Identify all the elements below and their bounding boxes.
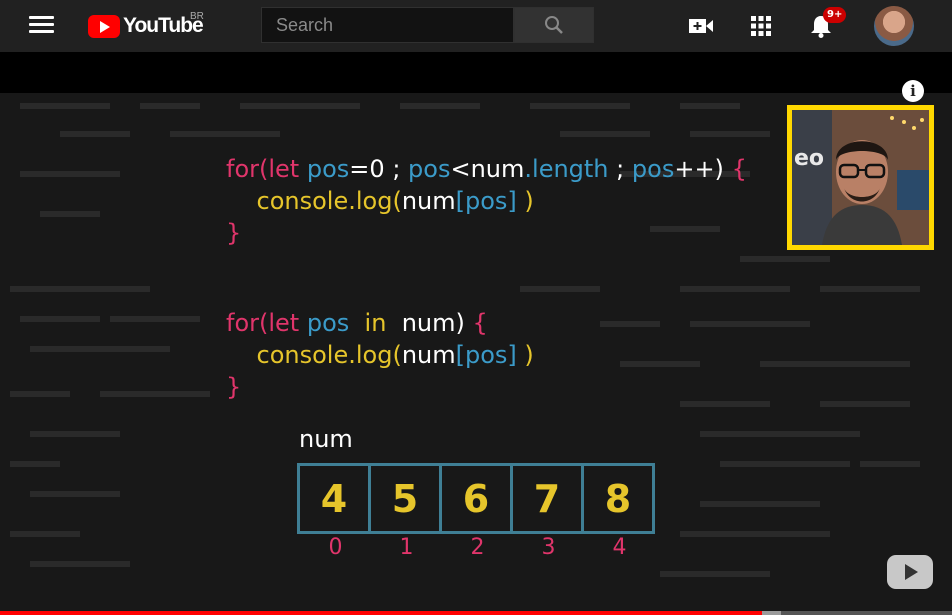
array-index: 2 [470,535,485,560]
search-box [261,7,514,43]
code-token: let [268,309,300,337]
array-cell: 8 [604,476,632,521]
search-input[interactable] [262,8,513,42]
code-token: for [226,155,259,183]
code-token: ( [259,309,269,337]
code-for-loop: for(let pos=0 ; pos<num.length ; pos++) … [226,153,747,249]
code-token: ( [259,155,269,183]
code-token: } [226,373,242,401]
code-token: ) [524,341,534,369]
presenter-image: eo [792,110,929,245]
array-index: 0 [328,535,343,560]
array-cell: 6 [442,466,513,531]
notification-badge: 9+ [823,7,847,23]
array-diagram: 4 5 6 7 8 [297,463,655,534]
logo-region: BR [190,11,204,22]
apps-grid-icon [751,16,771,36]
code-token: <num [450,155,525,183]
code-token: pos [408,155,451,183]
array-index: 1 [399,535,414,560]
code-token: =0 [349,155,385,183]
code-token: [pos] [455,187,517,215]
code-token: ) [455,309,465,337]
code-token: pos [306,309,350,337]
array-cell: 4 [300,466,371,531]
masthead: YouTube BR 9+ [0,0,952,52]
code-token: { [472,309,488,337]
info-icon[interactable]: i [902,80,924,102]
code-token: for [226,309,259,337]
code-token: } [226,219,242,247]
svg-text:eo: eo [794,146,824,171]
code-token: num [401,309,456,337]
code-token: .length [524,155,609,183]
search-icon [545,16,563,34]
code-token: let [268,155,300,183]
youtube-logo[interactable]: YouTube BR [88,11,204,38]
progress-bar[interactable] [0,611,952,615]
array-cell: 5 [371,466,442,531]
code-token: { [731,155,747,183]
search-button[interactable] [514,7,594,43]
code-token: ++) [674,155,724,183]
youtube-play-icon [88,14,120,38]
create-video-icon [689,19,713,33]
code-token: console.log( [256,341,402,369]
avatar[interactable] [874,6,914,46]
apps-button[interactable] [747,12,775,40]
code-token: in [364,309,387,337]
array-label: num [299,425,353,453]
array-index: 3 [541,535,556,560]
code-token: pos [306,155,350,183]
array-cell: 7 [513,466,584,531]
code-token: pos [631,155,675,183]
code-token: [pos] [455,341,517,369]
code-token: ; [616,155,625,183]
code-token: ; [392,155,401,183]
video-player[interactable]: for(let pos=0 ; pos<num.length ; pos++) … [0,61,952,615]
youtube-watermark-icon[interactable] [887,555,933,589]
array-index: 4 [612,535,627,560]
code-token: num [401,187,456,215]
code-token: num [401,341,456,369]
code-token: console.log( [256,187,402,215]
code-token: ) [524,187,534,215]
menu-icon[interactable] [29,14,54,36]
progress-buffer [761,611,781,615]
progress-fill [0,611,762,615]
array-indices: 0 1 2 3 4 [300,535,655,560]
webcam-overlay: eo [787,105,934,250]
create-video-button[interactable] [687,12,715,40]
code-for-in-loop: for(let pos in num) { console.log(num[po… [226,307,534,403]
